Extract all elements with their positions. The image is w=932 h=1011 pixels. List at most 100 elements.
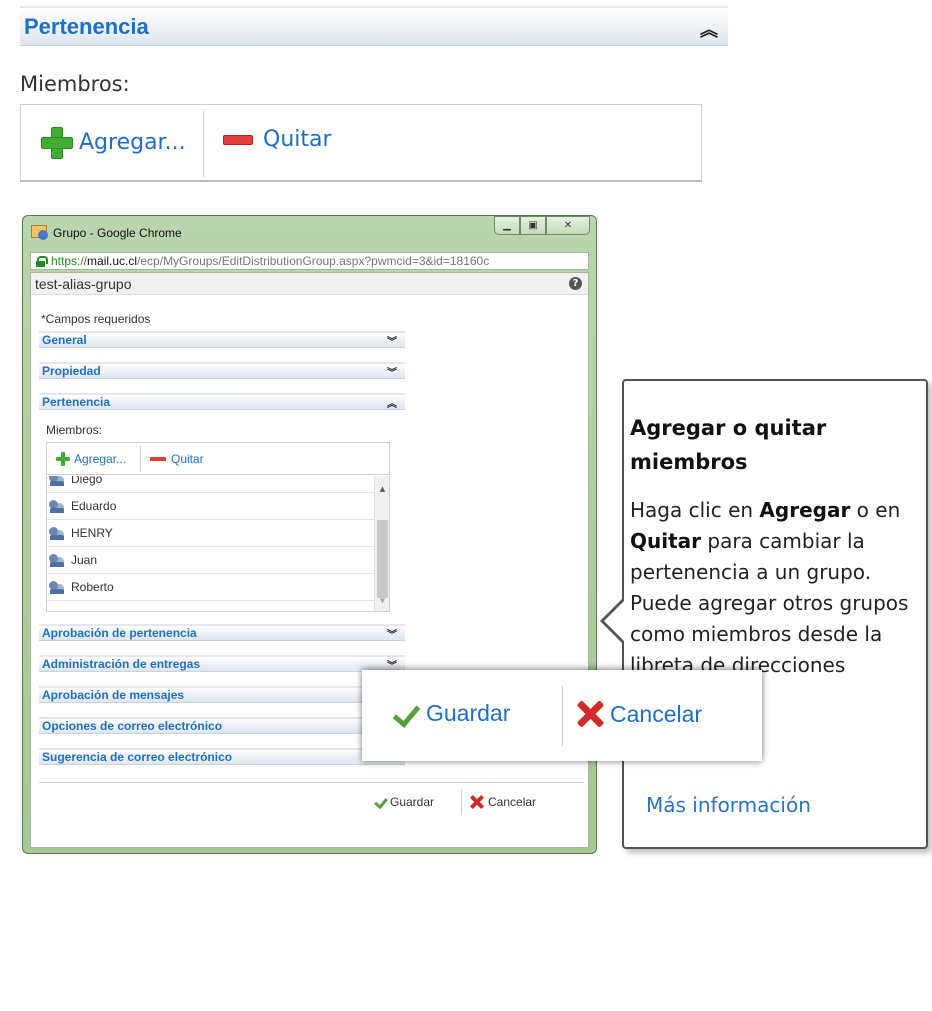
member-name: Diego [71,476,103,486]
list-item[interactable]: Diego [47,476,375,493]
list-item[interactable]: Roberto [47,574,375,601]
page-title: test-alias-grupo [35,276,132,292]
member-name: HENRY [71,526,113,540]
section-propiedad[interactable]: Propiedad ︾ [39,362,405,379]
add-member-button[interactable]: Agregar... [56,452,126,466]
chevron-double-down-icon: ︾ [387,368,397,379]
window-controls: ▁ ▣ ✕ [494,216,590,235]
chevron-double-down-icon: ︾ [387,337,397,348]
chevron-double-up-icon[interactable]: ︽ [700,16,718,42]
section-pertenencia-label: Pertenencia [42,395,111,409]
minimize-button[interactable]: ▁ [494,216,520,235]
toolbar-divider [140,446,141,472]
callout-body-text: o en [850,498,901,522]
exchange-app-icon [31,225,48,240]
add-member-label: Agregar... [79,129,186,155]
help-icon[interactable]: ? [569,277,582,290]
scroll-thumb[interactable] [377,520,388,598]
cancel-button[interactable]: Cancelar [470,795,536,809]
remove-member-label: Quitar [171,452,204,466]
list-item[interactable]: HENRY [47,520,375,547]
close-window-button[interactable]: ✕ [546,216,590,235]
lock-icon [36,256,48,267]
section-aprobacion-pertenencia[interactable]: Aprobación de pertenencia ︾ [39,624,405,641]
cancel-button[interactable]: Cancelar [576,700,702,728]
close-icon [576,700,604,728]
member-name: Juan [71,553,98,567]
members-toolbar: Agregar... Quitar [20,104,702,182]
section-pertenencia[interactable]: Pertenencia ︽ [39,393,405,410]
section-title: Pertenencia [24,14,149,39]
chevron-double-up-icon: ︽ [387,399,397,410]
checkmark-icon [392,701,418,727]
window-title: Grupo - Google Chrome [53,226,182,240]
url-scheme: https:// [51,254,88,268]
save-label: Guardar [426,700,511,726]
help-callout: Agregar o quitar miembros Haga clic en A… [622,379,928,849]
section-label: Opciones de correo electrónico [42,719,223,733]
list-item[interactable]: Juan [47,547,375,574]
member-name: Roberto [71,580,114,594]
minus-icon [223,134,253,145]
scroll-up-icon[interactable]: ▲ [375,482,389,496]
save-button[interactable]: Guardar [392,700,510,727]
callout-add-emphasis: Agregar [759,498,851,522]
group-icon [49,526,65,540]
members-list[interactable]: Diego Eduardo HENRY Juan Roberto ▲ ▼ [46,476,390,612]
members-label: Miembros: [46,423,103,437]
group-icon [49,580,65,594]
callout-title: Agregar o quitar miembros [630,416,827,474]
section-sugerencia-correo[interactable]: Sugerencia de correo electrónico ︾ [39,748,405,765]
section-general[interactable]: General ︾ [39,331,405,348]
chevron-double-down-icon: ︾ [387,630,397,641]
callout-body-text: Haga clic en [630,498,760,522]
add-member-label: Agregar... [74,452,127,466]
footer-zoom: Guardar Cancelar [362,670,762,761]
group-icon [49,553,65,567]
footer-divider [39,782,584,783]
url-text: https://mail.uc.cl/ecp/MyGroups/EditDist… [51,254,489,268]
section-label: Aprobación de pertenencia [42,626,197,640]
scroll-down-icon[interactable]: ▼ [375,594,389,608]
callout-pointer-fill [604,600,625,642]
section-label: Aprobación de mensajes [42,688,185,702]
members-toolbar: Agregar... Quitar [46,442,390,475]
cancel-label: Cancelar [488,795,537,809]
plus-icon [41,127,73,159]
plus-icon [56,452,70,466]
footer-button-divider [461,789,462,815]
url-path: /ecp/MyGroups/EditDistributionGroup.aspx… [137,254,490,268]
member-name: Eduardo [71,499,117,513]
checkmark-icon [374,796,386,808]
membership-section-header[interactable]: Pertenencia ︽ [20,6,728,46]
section-label: Sugerencia de correo electrónico [42,750,233,764]
remove-member-label: Quitar [263,127,332,152]
save-label: Guardar [390,795,435,809]
more-info-link[interactable]: Más información [646,793,811,817]
group-icon [49,499,65,513]
close-icon [470,795,484,809]
maximize-button[interactable]: ▣ [520,216,546,235]
cancel-label: Cancelar [610,700,703,727]
url-host: mail.uc.cl [87,254,138,268]
list-item[interactable]: Eduardo [47,493,375,520]
section-administracion-entregas[interactable]: Administración de entregas ︾ [39,655,405,672]
section-aprobacion-mensajes[interactable]: Aprobación de mensajes ︾ [39,686,405,703]
members-scrollbar[interactable]: ▲ ▼ [374,476,389,611]
required-fields-note: *Campos requeridos [41,312,151,326]
section-general-label: General [42,333,87,347]
page-header: test-alias-grupo ? [31,273,588,295]
remove-member-button[interactable]: Quitar [150,452,204,466]
toolbar-divider [203,111,204,177]
section-label: Administración de entregas [42,657,201,671]
address-bar[interactable]: https://mail.uc.cl/ecp/MyGroups/EditDist… [30,252,589,270]
save-button[interactable]: Guardar [374,795,434,809]
section-opciones-correo[interactable]: Opciones de correo electrónico ︾ [39,717,405,734]
page-content: test-alias-grupo ? *Campos requeridos Ge… [30,272,589,848]
footer-button-divider [562,686,563,746]
remove-member-button[interactable]: Quitar [223,127,332,152]
group-icon [49,476,65,486]
add-member-button[interactable]: Agregar... [41,127,186,159]
minus-icon [150,457,166,461]
window-titlebar[interactable]: Grupo - Google Chrome ▁ ▣ ✕ [23,216,596,250]
